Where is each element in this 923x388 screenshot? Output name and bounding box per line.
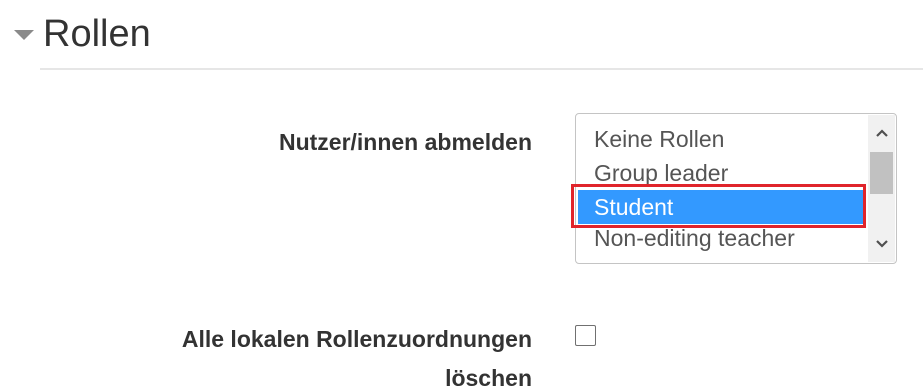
unenrol-label: Nutzer/innen abmelden — [278, 129, 532, 155]
section-divider — [40, 68, 923, 70]
section-header[interactable]: Rollen — [14, 6, 151, 62]
chevron-down-icon[interactable] — [868, 232, 895, 258]
remove-roles-label-line1: Alle lokalen Rollenzuordnungen — [181, 326, 532, 352]
listbox-option-group-leader[interactable]: Group leader — [578, 156, 866, 190]
roles-listbox[interactable]: Keine Rollen Group leader Student Non-ed… — [575, 113, 897, 264]
remove-roles-checkbox[interactable] — [575, 325, 596, 346]
section-title: Rollen — [43, 12, 151, 55]
listbox-option-student[interactable]: Student — [578, 190, 866, 224]
chevron-up-icon[interactable] — [868, 121, 895, 147]
listbox-option-keine-rollen[interactable]: Keine Rollen — [578, 122, 866, 156]
triangle-down-icon[interactable] — [14, 30, 34, 40]
listbox-options: Keine Rollen Group leader Student Non-ed… — [578, 122, 866, 254]
scrollbar-thumb[interactable] — [870, 152, 893, 194]
listbox-scrollbar[interactable] — [868, 115, 895, 262]
remove-roles-label: Alle lokalen Rollenzuordnungen löschen — [52, 320, 532, 388]
remove-roles-label-line2: löschen — [445, 365, 532, 388]
listbox-option-non-editing-teacher[interactable]: Non-editing teacher — [578, 224, 866, 254]
